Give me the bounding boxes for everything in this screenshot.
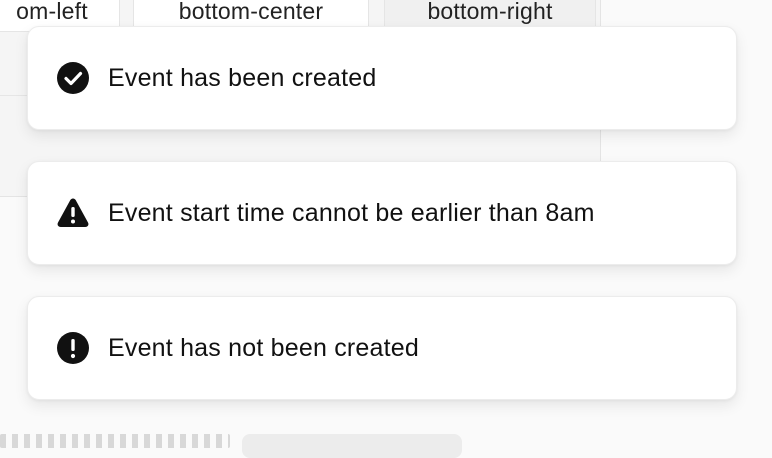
toast-message: Event has not been created (108, 333, 419, 362)
check-circle-icon (56, 61, 90, 95)
toast-error[interactable]: Event has not been created (27, 296, 737, 400)
exclamation-circle-icon (56, 331, 90, 365)
warning-triangle-icon (56, 196, 90, 230)
toast-message: Event has been created (108, 63, 377, 92)
toast-message: Event start time cannot be earlier than … (108, 198, 595, 227)
toast-warning[interactable]: Event start time cannot be earlier than … (27, 161, 737, 265)
toast-success[interactable]: Event has been created (27, 26, 737, 130)
background-chip (242, 434, 462, 458)
background-text (0, 434, 230, 448)
